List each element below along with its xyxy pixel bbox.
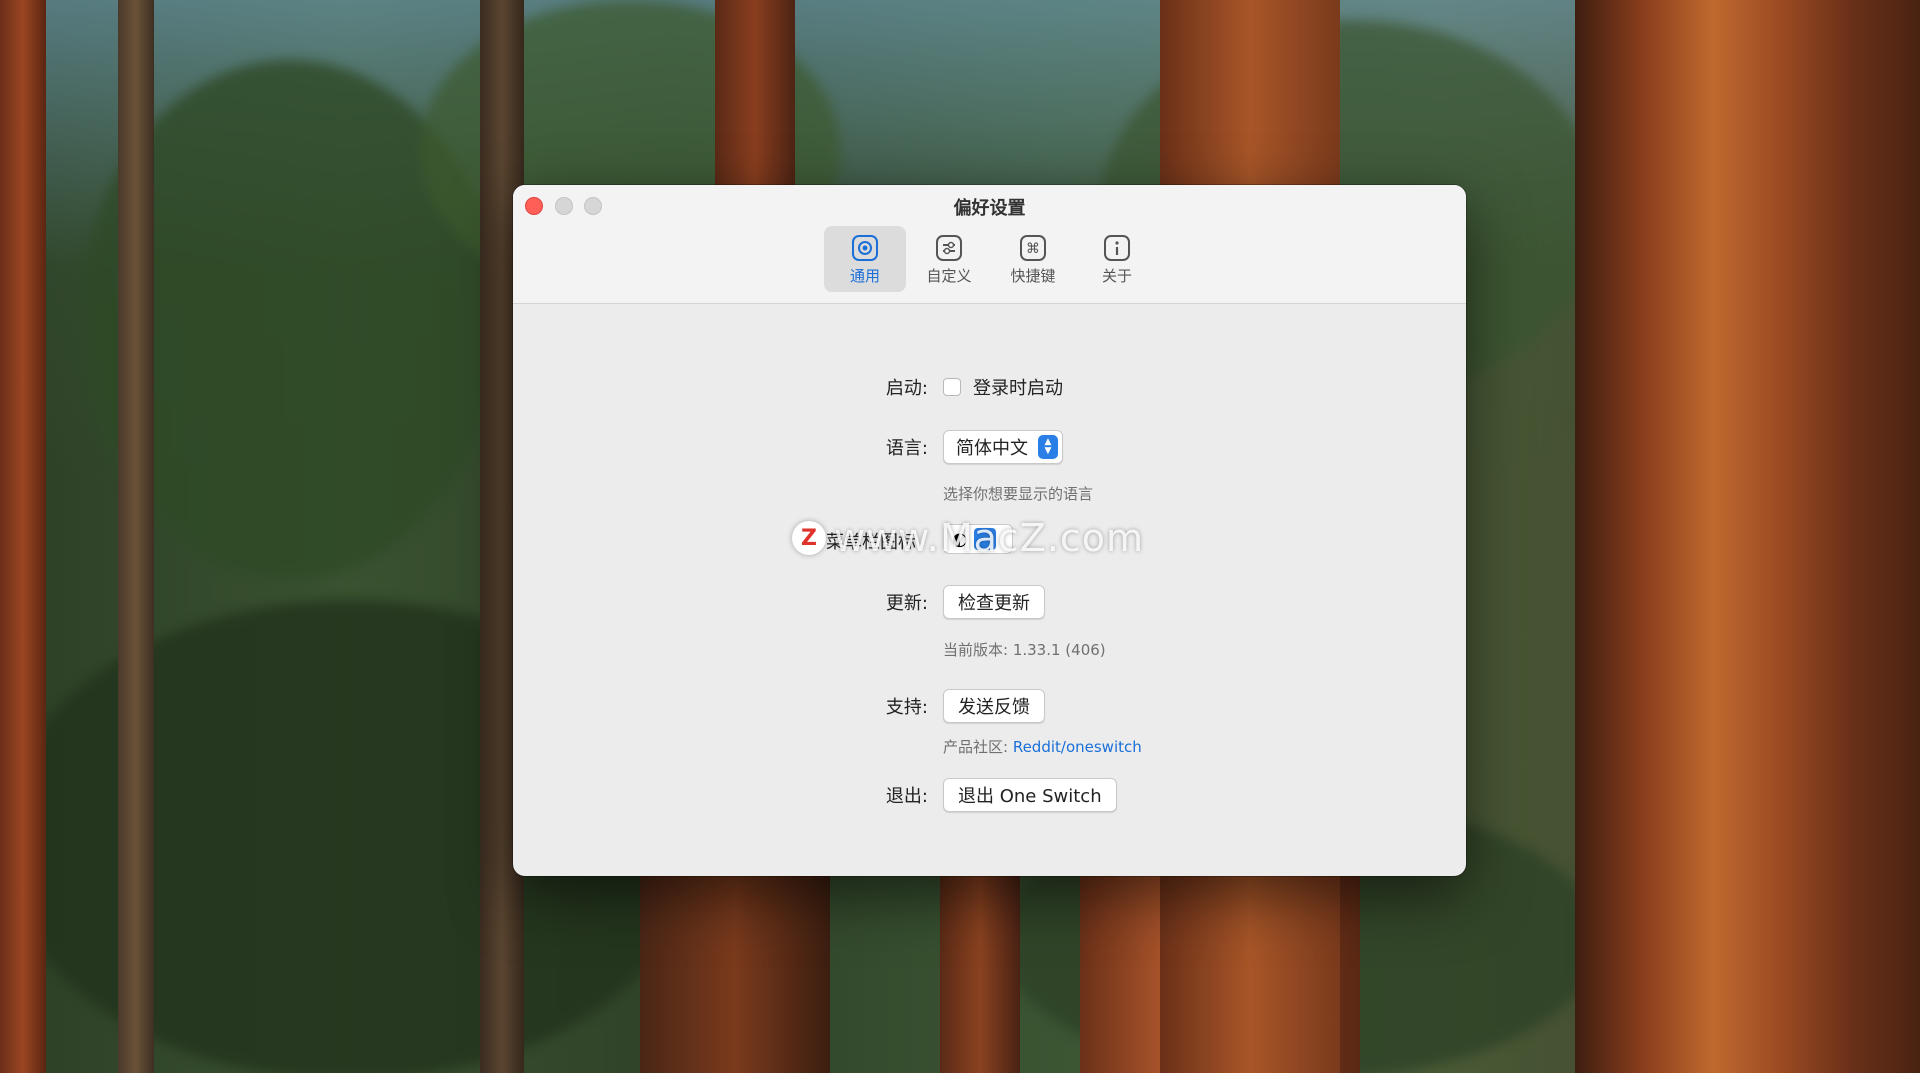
community-text: 产品社区: Reddit/oneswitch: [943, 736, 1142, 757]
community-link[interactable]: Reddit/oneswitch: [1013, 738, 1142, 756]
toolbar-tabs: 通用 自定义 ⌘ 快捷键 关于: [824, 226, 1158, 292]
sliders-icon: [936, 235, 962, 261]
titlebar: 偏好设置 通用 自定义 ⌘ 快捷键 关于: [513, 185, 1466, 304]
launch-at-login-label: 登录时启动: [973, 378, 1063, 399]
gear-icon: [852, 235, 878, 261]
svg-text:⌘: ⌘: [1026, 241, 1040, 257]
language-value: 简体中文: [956, 438, 1028, 459]
launch-label: 启动:: [885, 378, 928, 399]
tab-about[interactable]: 关于: [1076, 226, 1158, 292]
tab-label: 通用: [849, 267, 880, 285]
support-label: 支持:: [885, 697, 928, 718]
language-label: 语言:: [885, 438, 928, 459]
send-feedback-button[interactable]: 发送反馈: [943, 689, 1045, 723]
language-hint: 选择你想要显示的语言: [943, 485, 1094, 503]
watermark-text: www.MacZ.com: [834, 516, 1145, 560]
check-updates-button[interactable]: 检查更新: [943, 585, 1045, 619]
watermark-logo-icon: Z: [792, 521, 826, 555]
community-prefix: 产品社区:: [943, 738, 1013, 756]
tab-general[interactable]: 通用: [824, 226, 906, 292]
tab-customize[interactable]: 自定义: [908, 226, 990, 292]
quit-button[interactable]: 退出 One Switch: [943, 778, 1117, 812]
window-title: 偏好设置: [953, 198, 1026, 219]
version-text: 当前版本: 1.33.1 (406): [943, 641, 1106, 659]
language-select[interactable]: 简体中文 ▲ ▼: [943, 430, 1063, 464]
tree-trunk: [118, 0, 154, 1073]
launch-at-login-checkbox[interactable]: [943, 378, 961, 396]
quit-label: 退出:: [885, 786, 928, 807]
tab-label: 自定义: [926, 267, 972, 285]
chevron-updown-icon: ▲ ▼: [1038, 435, 1058, 459]
tab-label: 关于: [1101, 267, 1132, 285]
update-label: 更新:: [885, 593, 928, 614]
command-icon: ⌘: [1020, 235, 1046, 261]
info-icon: [1104, 235, 1130, 261]
tree-trunk: [0, 0, 46, 1073]
tab-shortcuts[interactable]: ⌘ 快捷键: [992, 226, 1074, 292]
tree-trunk: [940, 870, 1020, 1073]
tab-label: 快捷键: [1010, 267, 1056, 285]
watermark: Z www.MacZ.com: [792, 516, 1145, 560]
tree-trunk: [640, 870, 830, 1073]
tree-trunk: [1575, 0, 1920, 1073]
